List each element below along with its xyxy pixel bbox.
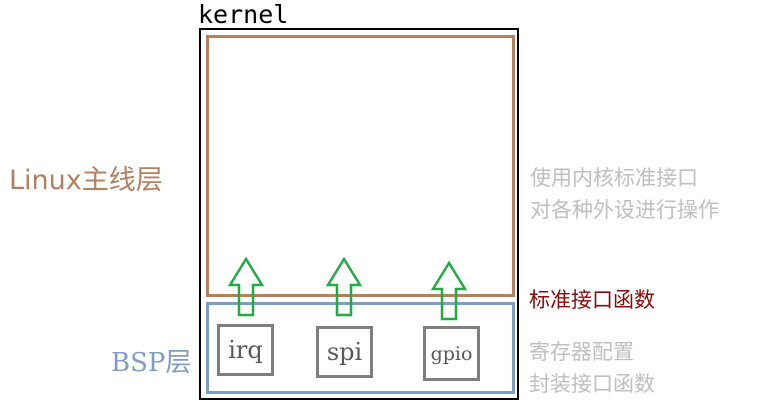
irq-module: irq [217, 324, 274, 376]
linux-layer-description: 使用内核标准接口 对各种外设进行操作 [530, 162, 719, 226]
bsp-layer-description: 寄存器配置 封装接口函数 [529, 336, 655, 400]
up-arrow-icon [325, 257, 363, 317]
standard-interface-label: 标准接口函数 [529, 288, 655, 312]
up-arrow-icon [227, 257, 265, 317]
linux-note-line2: 对各种外设进行操作 [530, 198, 719, 222]
bsp-layer-label: BSP层 [111, 348, 192, 378]
linux-layer-label: Linux主线层 [9, 165, 163, 196]
kernel-title: kernel [198, 0, 289, 29]
bsp-note-line2: 封装接口函数 [529, 372, 655, 396]
bsp-note-line1: 寄存器配置 [529, 340, 634, 364]
up-arrow-icon [430, 261, 468, 321]
spi-module: spi [316, 326, 373, 378]
linux-note-line1: 使用内核标准接口 [530, 166, 698, 190]
gpio-module: gpio [423, 326, 480, 381]
